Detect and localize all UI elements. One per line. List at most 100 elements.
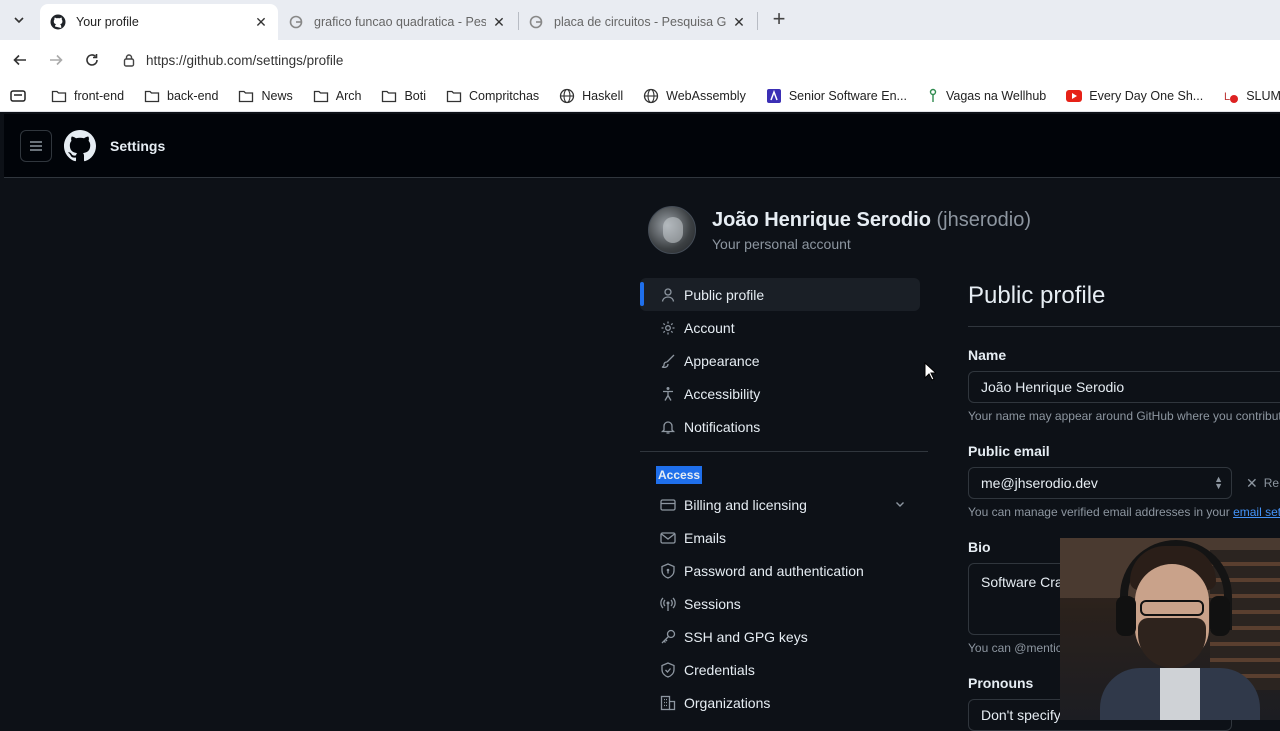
bookmark-front-end[interactable]: front-end xyxy=(51,89,124,103)
google-icon xyxy=(288,14,304,30)
folder-icon xyxy=(446,90,462,102)
sidebar-item-label: Accessibility xyxy=(684,385,761,402)
bookmark-label: back-end xyxy=(167,88,219,103)
arrow-left-icon xyxy=(13,54,26,66)
sidebar-item-label: Billing and licensing xyxy=(684,496,807,513)
page-title: Public profile xyxy=(968,282,1106,309)
sidebar-item-emails[interactable]: Emails xyxy=(640,521,920,554)
webcam-earcup-left xyxy=(1116,596,1136,636)
close-icon[interactable]: ✕ xyxy=(254,14,268,31)
name-field[interactable]: João Henrique Serodio xyxy=(968,371,1280,403)
sidebar-group-access: Access xyxy=(656,466,703,484)
bookmark-label: Boti xyxy=(404,88,426,103)
webcam-glasses xyxy=(1140,600,1204,616)
sidebar-item-appearance[interactable]: Appearance xyxy=(640,344,920,377)
sidebar-item-notifications[interactable]: Notifications xyxy=(640,410,920,443)
close-icon[interactable]: ✕ xyxy=(492,14,506,31)
email-row: me@jhserodio.dev ▲ ▼ ✕ Re xyxy=(968,459,1280,499)
github-logo-icon[interactable] xyxy=(64,130,96,162)
title-divider xyxy=(968,326,1280,327)
tab-list-button[interactable] xyxy=(6,8,32,32)
sidebar-item-accessibility[interactable]: Accessibility xyxy=(640,377,920,410)
github-header: Settings xyxy=(4,114,1280,178)
browser-tab-active[interactable]: Your profile ✕ xyxy=(40,4,278,40)
profile-header: João Henrique Serodio (jhserodio) Your p… xyxy=(648,206,1031,254)
bookmark-arch[interactable]: Arch xyxy=(313,88,362,103)
gear-icon xyxy=(660,320,676,336)
email-settings-link[interactable]: email sett xyxy=(1233,505,1280,519)
avatar[interactable] xyxy=(648,206,696,254)
accessibility-icon xyxy=(660,386,676,402)
menu-button[interactable] xyxy=(20,130,52,162)
person-icon xyxy=(660,287,676,303)
bookmark-news[interactable]: News xyxy=(238,88,293,103)
bookmark-webassembly[interactable]: WebAssembly xyxy=(643,88,746,104)
sidebar-item-label: Credentials xyxy=(684,661,755,678)
site-info-icon[interactable] xyxy=(122,53,136,67)
bookmark-label: WebAssembly xyxy=(666,88,746,103)
reading-list-icon[interactable] xyxy=(10,89,33,103)
close-icon[interactable]: ✕ xyxy=(732,14,746,31)
remove-email-button[interactable]: ✕ Re xyxy=(1246,475,1279,492)
sidebar-item-password[interactable]: Password and authentication xyxy=(640,554,920,587)
browser-tab[interactable]: placa de circuitos - Pesquisa Goog ✕ xyxy=(518,4,756,40)
sidebar-item-credentials[interactable]: Credentials xyxy=(640,653,920,686)
bookmark-label: Haskell xyxy=(582,88,624,103)
browser-tab[interactable]: grafico funcao quadratica - Pesqui ✕ xyxy=(278,4,516,40)
reload-button[interactable] xyxy=(80,48,104,72)
bookmark-senior-software[interactable]: Senior Software En... xyxy=(766,88,907,104)
bookmark-boti[interactable]: Boti xyxy=(381,89,426,103)
header-title[interactable]: Settings xyxy=(110,138,165,154)
sidebar-item-organizations[interactable]: Organizations xyxy=(640,686,920,719)
sidebar-item-sessions[interactable]: Sessions xyxy=(640,587,920,620)
folder-icon xyxy=(382,90,397,102)
sidebar-item-ssh-gpg[interactable]: SSH and GPG keys xyxy=(640,620,920,653)
site-icon xyxy=(929,88,937,102)
select-caret-icon: ▲ ▼ xyxy=(1214,474,1223,491)
mail-icon xyxy=(660,530,676,546)
sidebar-item-account[interactable]: Account xyxy=(640,311,920,344)
tab-title: placa de circuitos - Pesquisa Goog xyxy=(554,15,726,29)
url-bar[interactable]: https://github.com/settings/profile xyxy=(112,45,1280,75)
arrow-right-icon xyxy=(50,54,63,66)
forward-button[interactable] xyxy=(44,48,68,72)
github-icon xyxy=(50,14,66,30)
folder-icon xyxy=(51,90,67,102)
bookmark-label: front-end xyxy=(74,88,125,103)
sidebar-item-label: Appearance xyxy=(684,352,760,369)
bookmark-slum[interactable]: L SLUM: The Sh xyxy=(1223,88,1280,104)
bookmark-haskell[interactable]: Haskell xyxy=(559,88,623,104)
sidebar-item-public-profile[interactable]: Public profile xyxy=(640,278,920,311)
public-email-value: me@jhserodio.dev xyxy=(981,475,1098,491)
bookmark-back-end[interactable]: back-end xyxy=(144,89,218,103)
bookmark-every-day[interactable]: Every Day One Sh... xyxy=(1066,89,1203,103)
bookmark-compritchas[interactable]: Compritchas xyxy=(446,89,539,103)
chevron-down-icon xyxy=(14,17,24,24)
webcam-tee xyxy=(1160,668,1200,720)
browser-tab-strip: Your profile ✕ grafico funcao quadratica… xyxy=(0,0,1280,40)
new-tab-button[interactable]: + xyxy=(768,8,790,32)
google-icon xyxy=(528,14,544,30)
youtube-icon xyxy=(1066,89,1083,102)
chevron-down-icon[interactable] xyxy=(894,497,906,513)
profile-name[interactable]: João Henrique Serodio xyxy=(712,209,931,231)
bookmark-label: Arch xyxy=(335,88,362,103)
webcam-overlay xyxy=(1060,538,1280,720)
bookmark-wellhub[interactable]: Vagas na Wellhub xyxy=(927,88,1046,104)
profile-login: (jhserodio) xyxy=(936,208,1031,231)
sidebar-item-label: Sessions xyxy=(684,595,741,612)
bookmark-label: Compritchas xyxy=(468,88,540,103)
back-button[interactable] xyxy=(8,48,32,72)
site-icon: L xyxy=(1224,91,1239,103)
bookmark-label: News xyxy=(261,88,293,103)
sidebar-item-billing[interactable]: Billing and licensing xyxy=(640,488,920,521)
bell-icon xyxy=(660,419,676,435)
public-email-select[interactable]: me@jhserodio.dev ▲ ▼ xyxy=(968,467,1232,499)
key-icon xyxy=(660,629,676,645)
folder-icon xyxy=(144,90,160,102)
shield-check-icon xyxy=(660,661,676,678)
remove-label: Re xyxy=(1263,476,1280,490)
bookmark-label: Senior Software En... xyxy=(788,88,907,103)
credit-card-icon xyxy=(660,497,676,513)
bookmark-label: Vagas na Wellhub xyxy=(945,88,1047,103)
